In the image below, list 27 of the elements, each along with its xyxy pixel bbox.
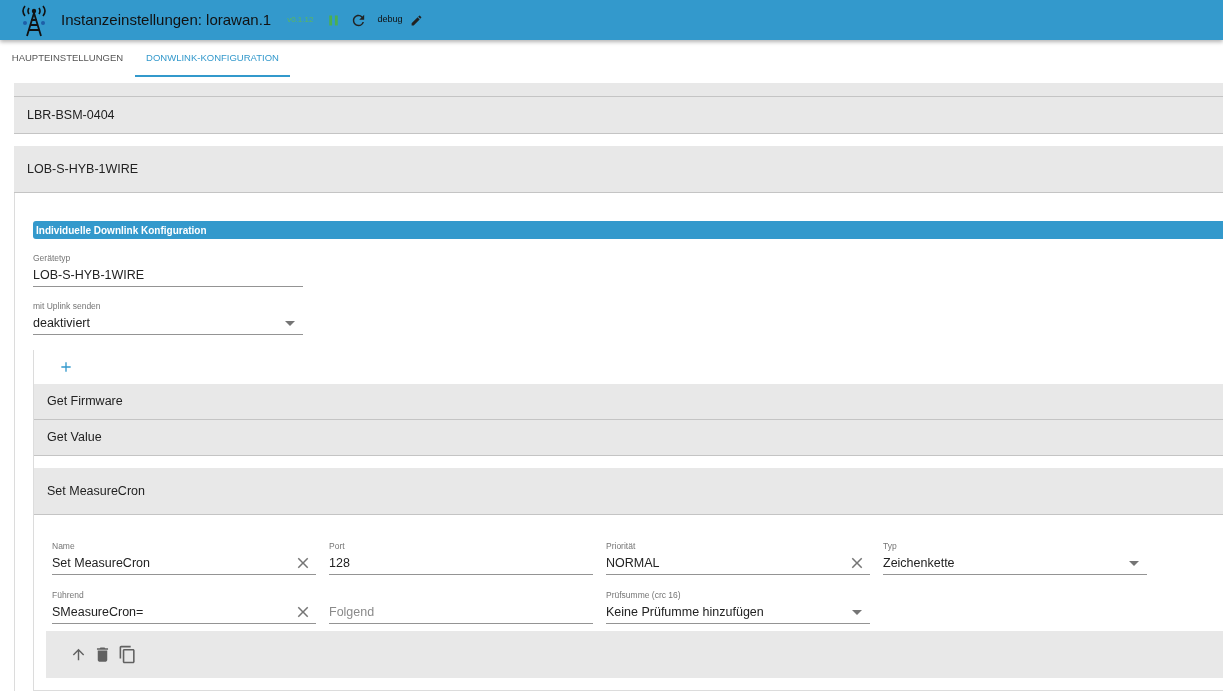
accordion-header[interactable]: LBR-BSM-0404	[14, 97, 1223, 134]
arrow-up-icon[interactable]	[70, 646, 87, 663]
select-field[interactable]: mit Uplink senden deaktiviert	[33, 300, 303, 335]
accordion-header[interactable]: Get Value	[34, 420, 1223, 456]
text-field[interactable]: Priorität NORMAL	[606, 540, 870, 575]
add-icon[interactable]	[58, 359, 74, 375]
antenna-tower-logo-icon	[20, 3, 48, 37]
tab[interactable]: HAUPTEINSTELLUNGEN	[0, 40, 135, 77]
section-header: Individuelle Downlink Konfiguration	[33, 221, 1223, 239]
text-field[interactable]: Folgend	[329, 601, 593, 624]
text-field[interactable]: Gerätetyp LOB-S-HYB-1WIRE	[33, 252, 303, 287]
text-field[interactable]: Port 128	[329, 540, 593, 575]
select-field[interactable]: Typ Zeichenkette	[883, 540, 1147, 575]
version-label: v0.1.12	[287, 14, 314, 26]
caret-icon	[1129, 560, 1139, 566]
copy-icon[interactable]	[118, 645, 137, 664]
pencil-icon[interactable]	[410, 13, 424, 27]
caret-icon	[852, 609, 862, 615]
accordion-header[interactable]: Set MeasureCron	[34, 468, 1223, 515]
text-field[interactable]: Führend SMeasureCron=	[52, 589, 316, 624]
log-level-text: debug	[377, 13, 403, 27]
window-title: Instanzeinstellungen: lorawan.1	[61, 9, 272, 30]
accordion-header[interactable]: Get Firmware	[34, 384, 1223, 420]
accordion-header[interactable]: LOB-S-HYB-1WIRE	[14, 146, 1223, 193]
text-field[interactable]: Name Set MeasureCron	[52, 540, 316, 575]
caret-icon	[285, 320, 295, 326]
select-field[interactable]: Prüfsumme (crc 16) Keine Prüfumme hinzufügen	[606, 589, 870, 624]
